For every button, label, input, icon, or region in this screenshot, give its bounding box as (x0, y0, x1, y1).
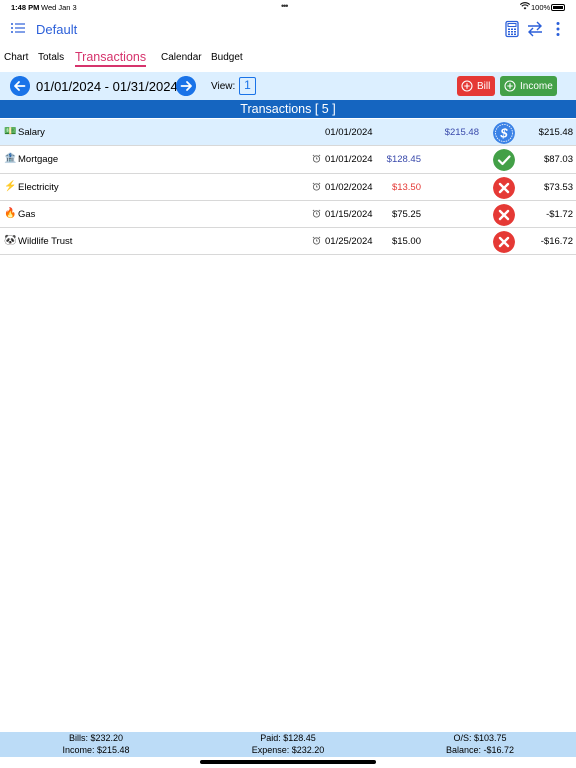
status-date: Wed Jan 3 (41, 3, 77, 12)
running-balance: $215.48 (538, 127, 573, 138)
transaction-amount: $128.45 (386, 154, 421, 166)
summary-bills: Bills: $232.20 (68, 733, 124, 743)
x-unpaid-icon[interactable] (493, 203, 515, 226)
date-range-bar: 01/01/2024 - 01/31/2024 View: 1 Bill Inc… (0, 72, 576, 100)
x-unpaid-icon[interactable] (493, 176, 515, 199)
transactions-header: Transactions [ 5 ] (0, 100, 576, 118)
transaction-date: 01/25/2024 (325, 236, 373, 248)
view-label: View: (211, 81, 236, 92)
plus-circle-icon (461, 80, 473, 92)
tab-chart[interactable]: Chart (4, 52, 28, 63)
tab-calendar[interactable]: Calendar (161, 52, 202, 63)
tab-budget[interactable]: Budget (211, 52, 243, 63)
status-bar: 1:48 PM Wed Jan 3 ••• 100% (0, 0, 576, 14)
tab-transactions[interactable]: Transactions (75, 50, 147, 67)
bank-icon: 🏦 (4, 153, 17, 165)
table-row[interactable]: 🏦 Mortgage 01/01/2024 $128.45 $87.03 (0, 146, 576, 174)
view-selector[interactable]: 1 (239, 77, 256, 95)
multitasking-dots-icon[interactable]: ••• (281, 1, 289, 11)
transaction-date: 01/02/2024 (325, 181, 373, 193)
panda-icon: 🐼 (4, 235, 17, 247)
nav-bar: Default (0, 14, 576, 44)
transaction-name: Salary (18, 127, 45, 138)
transaction-date: 01/01/2024 (325, 154, 373, 166)
add-income-label: Income (520, 81, 553, 92)
transfer-arrows-icon[interactable] (525, 19, 545, 39)
add-bill-label: Bill (477, 81, 491, 92)
summary-footer: Bills: $232.20 Paid: $128.45 O/S: $103.7… (0, 732, 576, 757)
transaction-income: $215.48 (444, 127, 479, 138)
summary-income: Income: $215.48 (62, 745, 130, 755)
tab-bar: Chart Totals Transactions Calendar Budge… (0, 50, 576, 70)
plus-circle-icon (504, 80, 516, 92)
transaction-amount: $15.00 (391, 236, 421, 248)
alarm-clock-icon (312, 154, 321, 163)
fire-icon: 🔥 (4, 207, 17, 219)
running-balance: -$1.72 (546, 208, 573, 220)
table-row[interactable]: ⚡ Electricity 01/02/2024 $13.50 $73.53 (0, 174, 576, 201)
transaction-date: 01/01/2024 (325, 127, 373, 138)
transaction-amount: $75.25 (391, 208, 421, 220)
money-icon: 💵 (4, 126, 17, 137)
summary-paid: Paid: $128.45 (260, 733, 316, 743)
alarm-clock-icon (312, 236, 321, 245)
previous-period-icon[interactable] (10, 76, 30, 96)
svg-text:$: $ (499, 126, 508, 141)
date-range-text[interactable]: 01/01/2024 - 01/31/2024 (36, 79, 178, 94)
calculator-icon[interactable] (502, 19, 522, 39)
list-menu-icon[interactable] (10, 21, 26, 35)
table-row[interactable]: 💵 Salary 01/01/2024 $215.48 $ $215.48 (0, 119, 576, 147)
lightning-icon: ⚡ (4, 180, 17, 192)
transactions-table: 💵 Salary 01/01/2024 $215.48 $ $215.48 🏦 … (0, 119, 576, 256)
battery-icon (551, 4, 565, 11)
dollar-income-icon[interactable]: $ (493, 122, 515, 144)
alarm-clock-icon (312, 209, 321, 218)
transaction-name: Mortgage (18, 154, 59, 166)
summary-expense: Expense: $232.20 (251, 745, 325, 755)
status-time: 1:48 PM (11, 3, 40, 12)
summary-balance: Balance: -$16.72 (445, 745, 515, 755)
summary-outstanding: O/S: $103.75 (453, 733, 507, 743)
tab-totals[interactable]: Totals (38, 52, 64, 63)
x-unpaid-icon[interactable] (493, 231, 515, 254)
transaction-name: Wildlife Trust (18, 236, 73, 248)
table-row[interactable]: 🐼 Wildlife Trust 01/25/2024 $15.00 -$16.… (0, 228, 576, 256)
transaction-amount: $13.50 (391, 181, 421, 193)
more-vertical-icon[interactable] (548, 19, 568, 39)
table-row[interactable]: 🔥 Gas 01/15/2024 $75.25 -$1.72 (0, 201, 576, 229)
transaction-name: Gas (18, 208, 36, 220)
home-indicator[interactable] (200, 760, 376, 764)
add-income-button[interactable]: Income (500, 76, 557, 96)
wifi-icon (520, 2, 530, 10)
running-balance: -$16.72 (540, 236, 573, 248)
transaction-name: Electricity (18, 181, 59, 193)
checkmark-paid-icon[interactable] (493, 149, 515, 172)
add-bill-button[interactable]: Bill (457, 76, 495, 96)
battery-percent: 100% (531, 3, 551, 12)
alarm-clock-icon (312, 182, 321, 191)
transaction-date: 01/15/2024 (325, 208, 373, 220)
next-period-icon[interactable] (176, 76, 196, 96)
running-balance: $73.53 (543, 181, 573, 193)
running-balance: $87.03 (543, 154, 573, 166)
account-title[interactable]: Default (36, 22, 77, 37)
